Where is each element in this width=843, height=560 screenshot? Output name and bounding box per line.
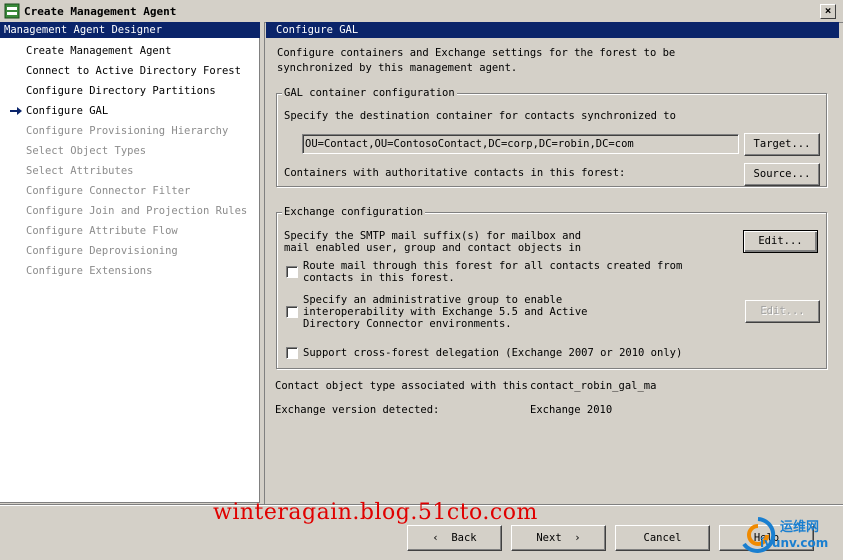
back-arrow-icon: ‹ bbox=[432, 532, 452, 544]
title-bar: Create Management Agent × bbox=[0, 0, 843, 23]
route-mail-checkbox[interactable] bbox=[286, 266, 298, 278]
intro-text-line1: Configure containers and Exchange settin… bbox=[277, 47, 676, 59]
step-configure-partitions[interactable]: Configure Directory Partitions bbox=[26, 83, 216, 99]
cross-forest-delegation-checkbox[interactable] bbox=[286, 347, 298, 359]
back-button-label: Back bbox=[451, 532, 477, 544]
admin-group-edit-button: Edit... bbox=[745, 300, 820, 323]
destination-container-field[interactable]: OU=Contact,OU=ContosoContact,DC=corp,DC=… bbox=[302, 134, 739, 154]
step-connector-filter: Configure Connector Filter bbox=[26, 185, 191, 197]
app-icon bbox=[4, 3, 20, 19]
source-button[interactable]: Source... bbox=[744, 163, 820, 186]
contact-type-label: Contact object type associated with this bbox=[275, 380, 528, 392]
smtp-suffix-line1: Specify the SMTP mail suffix(s) for mail… bbox=[284, 230, 582, 242]
step-connect-to-forest[interactable]: Connect to Active Directory Forest bbox=[26, 63, 241, 79]
intro-text-line2: synchronized by this management agent. bbox=[277, 62, 518, 74]
route-mail-label-line1: Route mail through this forest for all c… bbox=[303, 260, 683, 272]
target-button-label: Target... bbox=[753, 138, 811, 150]
admin-group-checkbox[interactable] bbox=[286, 306, 298, 318]
admin-group-label-line1: Specify an administrative group to enabl… bbox=[303, 294, 563, 306]
window-title: Create Management Agent bbox=[24, 5, 177, 18]
step-join-projection: Configure Join and Projection Rules bbox=[26, 205, 248, 217]
smtp-edit-button[interactable]: Edit... bbox=[743, 230, 818, 253]
logo-text-domain: iyunv.com bbox=[760, 536, 829, 550]
cancel-button[interactable]: Cancel bbox=[615, 525, 710, 551]
contact-type-value: contact_robin_gal_ma bbox=[530, 380, 657, 392]
admin-group-label-line3: Directory Connector environments. bbox=[303, 318, 512, 330]
next-button[interactable]: Next › bbox=[511, 525, 606, 551]
back-button[interactable]: ‹ Back bbox=[407, 525, 502, 551]
gal-group-title: GAL container configuration bbox=[282, 87, 457, 99]
step-configure-gal[interactable]: Configure GAL bbox=[26, 103, 108, 119]
exchange-version-value: Exchange 2010 bbox=[530, 404, 613, 416]
target-button[interactable]: Target... bbox=[744, 133, 820, 156]
destination-container-label: Specify the destination container for co… bbox=[284, 110, 676, 122]
step-select-attributes: Select Attributes bbox=[26, 165, 134, 177]
right-pane-header: Configure GAL bbox=[266, 22, 839, 38]
smtp-suffix-line2: mail enabled user, group and contact obj… bbox=[284, 242, 582, 254]
step-extensions: Configure Extensions bbox=[26, 265, 153, 277]
close-button[interactable]: × bbox=[820, 4, 836, 19]
authoritative-contacts-label: Containers with authoritative contacts i… bbox=[284, 167, 626, 179]
step-attribute-flow: Configure Attribute Flow bbox=[26, 225, 178, 237]
site-logo: 运维网 iyunv.com bbox=[738, 514, 838, 558]
next-button-label: Next bbox=[536, 532, 562, 544]
watermark-text: winteragain.blog.51cto.com bbox=[213, 500, 538, 525]
pane-splitter[interactable] bbox=[260, 22, 265, 504]
logo-text-cn: 运维网 bbox=[780, 520, 820, 535]
exchange-version-label: Exchange version detected: bbox=[275, 404, 440, 416]
wizard-step-list: Create Management Agent Connect to Activ… bbox=[0, 38, 260, 503]
next-arrow-icon: › bbox=[561, 532, 581, 544]
step-provisioning-hierarchy: Configure Provisioning Hierarchy bbox=[26, 125, 229, 137]
step-deprovisioning: Configure Deprovisioning bbox=[26, 245, 178, 257]
exchange-group-title: Exchange configuration bbox=[282, 206, 426, 218]
admin-group-label-line2: interoperability with Exchange 5.5 and A… bbox=[303, 306, 588, 318]
current-step-arrow-icon bbox=[10, 107, 22, 115]
cross-forest-delegation-label: Support cross-forest delegation (Exchang… bbox=[303, 347, 683, 359]
left-pane-header: Management Agent Designer bbox=[0, 22, 260, 38]
step-create-management-agent[interactable]: Create Management Agent bbox=[26, 43, 171, 59]
route-mail-label-line2: contacts in this forest. bbox=[303, 272, 455, 284]
step-select-object-types: Select Object Types bbox=[26, 145, 147, 157]
configure-gal-panel: Configure containers and Exchange settin… bbox=[266, 38, 839, 503]
